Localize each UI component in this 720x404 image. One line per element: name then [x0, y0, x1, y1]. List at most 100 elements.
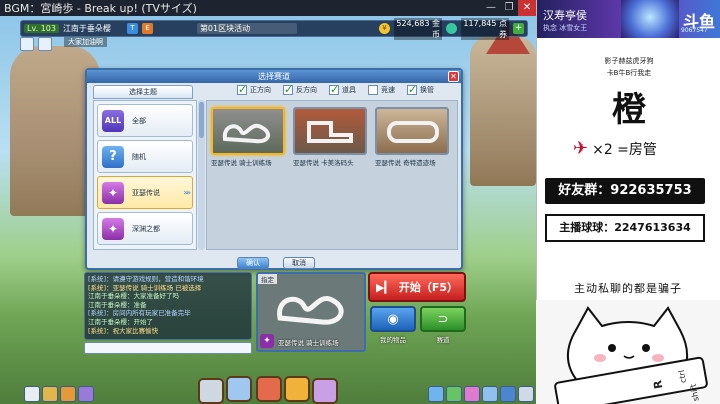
track-select-dialog: 选择赛道 ✕ 选择主题 正方向 反方向 道具 竞速 换管 ALL 全部 ? 随机… [85, 68, 463, 270]
team-badge-icon[interactable]: T [126, 23, 138, 34]
track-thumbnail [293, 107, 367, 155]
banner-subtitle: 执念 冰雪女王 [543, 24, 588, 32]
filter-speed[interactable]: 竞速 [368, 85, 395, 95]
track-card-odd-ruins[interactable]: 亚瑟传说 奇特遗迹场 [375, 107, 449, 167]
search-icon[interactable] [500, 386, 516, 402]
chat-line: [系统]：房间内所有玩家已准备完毕 [88, 309, 191, 318]
friends-icon[interactable] [78, 386, 94, 402]
dialog-title: 选择赛道 [258, 72, 290, 81]
all-themes-icon: ALL [102, 109, 124, 132]
start-race-button[interactable]: ▶▎ 开始（F5） [368, 272, 466, 302]
store-icon[interactable] [284, 376, 310, 402]
restore-button[interactable]: ❐ [500, 0, 518, 16]
recharge-button[interactable]: + [513, 23, 524, 34]
cat-keyboard-art: ctrl R shift [536, 300, 720, 404]
track-name: 亚瑟传说 骑士训练场 [211, 159, 272, 167]
room-settings-button[interactable] [38, 37, 52, 51]
track-card-camelot-dock[interactable]: 亚瑟传说 卡美洛码头 [293, 107, 367, 167]
event-banner[interactable]: 第01区块活动 [196, 23, 297, 34]
my-items-button[interactable]: ◉ [370, 306, 416, 332]
chat-line: [系统]：祝大家比赛愉快 [88, 326, 159, 335]
theme-item-random[interactable]: ? 随机 [97, 140, 193, 173]
side-line-2: 卡B牛B行我走 [606, 69, 652, 77]
moderator-row: ✈ ×2 =房管 [573, 138, 657, 159]
track-name: 亚瑟传说 卡美洛码头 [293, 159, 354, 167]
filter-reverse[interactable]: 反方向 [283, 83, 317, 96]
money-balance: 524,683 金币 [394, 17, 442, 40]
dialog-close-icon[interactable]: ✕ [448, 71, 459, 82]
fan-group-number: 好友群：922635753 [545, 178, 705, 204]
coin-icon: ¥ [379, 23, 390, 34]
track-mode-label: 赛道 [436, 336, 450, 344]
big-character: 橙 [612, 90, 646, 130]
cancel-button[interactable]: 取消 [283, 257, 315, 269]
mail-icon[interactable] [60, 386, 76, 402]
close-window-button[interactable]: ✕ [518, 0, 536, 16]
chat-line: [系统]：请遵守游戏规则，营造和谐环境 [88, 275, 204, 283]
chat-input[interactable] [84, 342, 252, 354]
top-status-bar: Lv. 103 江南于垂朵樱 T E 第01区块活动 ¥ 524,683 金币 … [20, 17, 528, 40]
exp-badge-icon[interactable]: E [141, 23, 153, 34]
game-client: Lv. 103 江南于垂朵樱 T E 第01区块活动 ¥ 524,683 金币 … [0, 16, 536, 404]
abyss-theme-icon: ✦ [102, 217, 124, 240]
room-id: 9067547 [681, 27, 708, 34]
filter-forward[interactable]: 正方向 [237, 83, 271, 96]
bgm-title: BGM：宮崎歩 - Break up! (TVサイズ) [4, 2, 197, 15]
checkbox-icon[interactable] [329, 83, 339, 96]
arthur-theme-icon: ✦ [260, 334, 274, 348]
scam-warning: 主动私聊的都是骗子 [574, 282, 682, 295]
speedometer-icon[interactable] [226, 376, 252, 402]
theme-item-all[interactable]: ALL 全部 [97, 104, 193, 137]
mission-icon[interactable] [446, 386, 462, 402]
track-name: 亚瑟传说 奇特遗迹场 [375, 159, 436, 167]
track-filters: 正方向 反方向 道具 竞速 换管 [237, 83, 434, 96]
eye-icon: ◉ [387, 311, 399, 327]
chat-line: [系统]：亚瑟传说 骑士训练场 已被选择 [88, 283, 202, 292]
banner-title: 汉寿亭侯 [543, 9, 587, 22]
theme-list-scrollbar[interactable] [198, 100, 205, 250]
host-qq-number: 主播球球：2247613634 [545, 214, 705, 242]
bag-icon[interactable] [42, 386, 58, 402]
window-controls: — ❐ ✕ [482, 0, 536, 16]
shop-icon[interactable] [256, 376, 282, 402]
track-mode-button[interactable]: ⊃ [420, 306, 466, 332]
banner-art [621, 0, 679, 38]
settings-icon[interactable] [518, 386, 534, 402]
tab-select-theme[interactable]: 选择主题 [93, 85, 193, 99]
menu-icon[interactable] [24, 386, 40, 402]
checkbox-icon[interactable] [283, 83, 293, 96]
selected-track-preview[interactable]: 指定 ✦ 亚瑟传说 骑士训练场 [256, 272, 366, 352]
chat-line: 江南于垂朵樱：开始了 [88, 317, 153, 326]
filter-items[interactable]: 道具 [329, 83, 356, 96]
checkbox-icon[interactable] [237, 83, 247, 96]
room-info-button[interactable] [20, 37, 34, 51]
preview-tag: 指定 [258, 274, 277, 284]
garage-icon[interactable] [198, 378, 224, 404]
chat-line: 江南于垂朵樱：大家准备好了吗 [88, 292, 179, 301]
theme-item-arthur[interactable]: ✦ 亚瑟传说 »» [97, 176, 193, 209]
side-line-1: 影子赫兹虎牙狗 [604, 57, 654, 65]
ranking-icon[interactable] [482, 386, 498, 402]
theme-item-abyss[interactable]: ✦ 深渊之都 [97, 212, 193, 245]
play-icon: ▶▎ [375, 280, 393, 294]
points-balance: 117,845 点券 [461, 17, 509, 40]
track-card-knight-training[interactable]: 亚瑟传说 骑士训练场 [211, 107, 285, 167]
question-mark-icon: ? [102, 145, 124, 168]
track-thumbnail [375, 107, 449, 155]
theme-list: ALL 全部 ? 随机 ✦ 亚瑟传说 »» ✦ 深渊之都 [93, 100, 197, 250]
airplane-icon: ✈ [573, 138, 589, 159]
confirm-button[interactable]: 确认 [237, 257, 269, 269]
background-tower [470, 36, 536, 186]
preview-track-name: 亚瑟传说 骑士训练场 [278, 339, 339, 347]
filter-switch[interactable]: 换管 [407, 83, 434, 96]
checkbox-icon[interactable] [407, 83, 417, 96]
minimize-button[interactable]: — [482, 0, 500, 16]
checkbox-icon[interactable] [368, 85, 378, 95]
track-grid: 亚瑟传说 骑士训练场 亚瑟传说 卡美洛码头 亚瑟传说 奇特遗迹场 [206, 100, 458, 250]
room-title: 大家加油啊 [64, 37, 107, 47]
arthur-theme-icon: ✦ [102, 181, 124, 204]
tool-icon[interactable] [428, 386, 444, 402]
chat-log[interactable]: [系统]：请遵守游戏规则，营造和谐环境 [系统]：亚瑟传说 骑士训练场 已被选择… [84, 272, 252, 340]
gift-icon[interactable] [312, 378, 338, 404]
event-icon[interactable] [464, 386, 480, 402]
